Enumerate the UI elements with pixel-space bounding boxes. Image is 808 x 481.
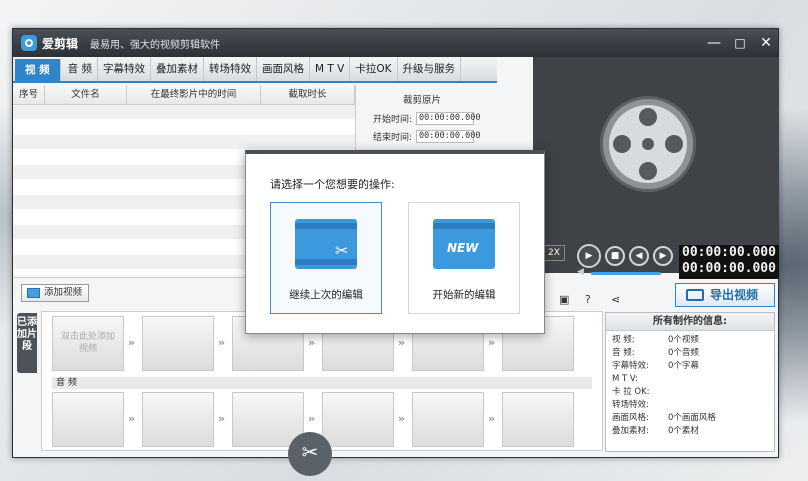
app-logo-icon	[21, 35, 37, 51]
time-total: 00:00:00.000	[682, 261, 776, 276]
new-edit-label: 开始新的编辑	[432, 289, 496, 301]
col-duration: 截取时长	[261, 85, 355, 104]
info-row: 视 频: 0个视频	[612, 335, 699, 345]
added-clips-tab[interactable]: 已添加片段	[17, 313, 37, 373]
save-icon[interactable]: ▣	[559, 293, 569, 306]
trim-start-input[interactable]: 00:00:00.000	[416, 112, 480, 125]
volume-slider[interactable]	[591, 272, 661, 275]
new-edit-option[interactable]: NEW 开始新的编辑	[408, 202, 520, 314]
clip-slot[interactable]	[52, 392, 124, 447]
tab-upgrade[interactable]: 升级与服务	[398, 57, 461, 81]
volume-icon: ◀	[577, 267, 584, 277]
clip-slot[interactable]: 双击此处添加视频	[52, 316, 124, 371]
export-video-button[interactable]: 导出视频	[675, 283, 775, 307]
info-row: 卡 拉 OK:	[612, 387, 650, 397]
info-rows: 视 频: 0个视频 音 频: 0个音频 字幕特效: 0个字幕 M T V: 卡 拉 O…	[606, 331, 774, 438]
arrow-icon: »	[218, 412, 226, 425]
video-preview	[533, 57, 779, 273]
col-final-time: 在最终影片中的时间	[127, 85, 261, 104]
tab-video[interactable]: 视 频	[15, 59, 61, 81]
player-controls: 2X ▶ ■ ◀ ▶ ◀ 00:00:00.000 00:00:00.000	[543, 244, 779, 283]
arrow-icon: »	[398, 336, 406, 349]
clip-slot[interactable]	[142, 316, 214, 371]
table-row	[13, 135, 355, 150]
table-row	[13, 120, 355, 135]
arrow-icon: »	[398, 412, 406, 425]
minimize-button[interactable]: —	[705, 34, 723, 52]
stop-icon[interactable]: ■	[605, 246, 625, 266]
tab-style[interactable]: 画面风格	[257, 57, 310, 81]
tab-mtv[interactable]: M T V	[310, 57, 351, 81]
info-row: 叠加素材: 0个素材	[612, 426, 699, 436]
tab-karaoke[interactable]: 卡拉OK	[350, 57, 398, 81]
clip-slot[interactable]	[502, 392, 574, 447]
export-label: 导出视频	[710, 288, 759, 302]
timecode-display: 00:00:00.000 00:00:00.000	[679, 245, 779, 279]
video-list-header: 序号 文件名 在最终影片中的时间 截取时长	[13, 85, 355, 105]
share-icon[interactable]: ⋖	[611, 293, 620, 306]
info-row: 音 频: 0个音频	[612, 348, 699, 358]
trim-panel: 裁剪原片 开始时间: 00:00:00.000 结束时间: 00:00:00.000	[357, 85, 487, 155]
table-row	[13, 105, 355, 120]
arrow-icon: »	[308, 412, 316, 425]
app-name: 爱剪辑	[42, 36, 79, 51]
trim-end-input[interactable]: 00:00:00.000	[416, 130, 480, 143]
info-row: 画面风格: 0个画面风格	[612, 413, 716, 423]
clip-slot[interactable]	[322, 392, 394, 447]
film-new-icon: NEW	[433, 219, 495, 269]
arrow-icon: »	[488, 336, 496, 349]
tab-transition[interactable]: 转场特效	[204, 57, 257, 81]
trim-end-label: 结束时间:	[373, 133, 413, 143]
title-bar: 爱剪辑 最易用、强大的视频剪辑软件 — □ ✕	[13, 29, 778, 57]
info-row: 转场特效:	[612, 400, 649, 410]
maximize-button[interactable]: □	[731, 34, 749, 52]
play-icon[interactable]: ▶	[577, 244, 601, 268]
info-title: 所有制作的信息:	[606, 313, 774, 331]
choose-action-dialog: 请选择一个您想要的操作: ✂ 继续上次的编辑 NEW 开始新的编辑	[245, 150, 545, 334]
trim-start-label: 开始时间:	[373, 115, 413, 125]
tab-subtitle[interactable]: 字幕特效	[98, 57, 151, 81]
arrow-icon: »	[488, 412, 496, 425]
film-icon	[27, 288, 40, 298]
film-scissors-icon: ✂	[295, 219, 357, 269]
time-current: 00:00:00.000	[682, 245, 776, 260]
dialog-title: 请选择一个您想要的操作:	[270, 178, 395, 191]
arrow-icon: »	[128, 412, 136, 425]
app-slogan: 最易用、强大的视频剪辑软件	[90, 39, 221, 51]
add-video-button[interactable]: 添加视频	[21, 284, 90, 302]
film-reel-icon	[603, 99, 693, 189]
col-index: 序号	[13, 85, 45, 104]
arrow-icon: »	[218, 336, 226, 349]
main-tabs: 视 频 音 频 字幕特效 叠加素材 转场特效 画面风格 M T V 卡拉OK 升…	[13, 57, 497, 83]
info-row: 字幕特效: 0个字幕	[612, 361, 699, 371]
clip-slot[interactable]	[412, 392, 484, 447]
speed-button[interactable]: 2X	[543, 245, 565, 261]
continue-edit-option[interactable]: ✂ 继续上次的编辑	[270, 202, 382, 314]
click-hint: 双击此处添加视频	[60, 332, 115, 354]
trim-title: 裁剪原片	[402, 95, 441, 106]
add-video-label: 添加视频	[44, 287, 83, 298]
tab-overlay[interactable]: 叠加素材	[151, 57, 204, 81]
audio-track-label: 音 频	[52, 377, 592, 389]
help-icon[interactable]: ?	[585, 293, 591, 306]
close-button[interactable]: ✕	[757, 34, 775, 52]
tab-audio[interactable]: 音 频	[63, 57, 98, 81]
toolbar-icons: ▣ ? ⋖	[555, 293, 635, 307]
continue-edit-label: 继续上次的编辑	[289, 289, 363, 301]
arrow-icon: »	[128, 336, 136, 349]
prev-frame-icon[interactable]: ◀	[629, 246, 649, 266]
info-panel: 所有制作的信息: 视 频: 0个视频 音 频: 0个音频 字幕特效: 0个字幕 M T…	[605, 312, 775, 452]
scissors-icon[interactable]: ✂	[288, 432, 332, 476]
info-row: M T V:	[612, 374, 638, 384]
next-frame-icon[interactable]: ▶	[653, 246, 673, 266]
export-icon	[686, 289, 704, 301]
clip-slot[interactable]	[142, 392, 214, 447]
col-filename: 文件名	[45, 85, 127, 104]
arrow-icon: »	[308, 336, 316, 349]
